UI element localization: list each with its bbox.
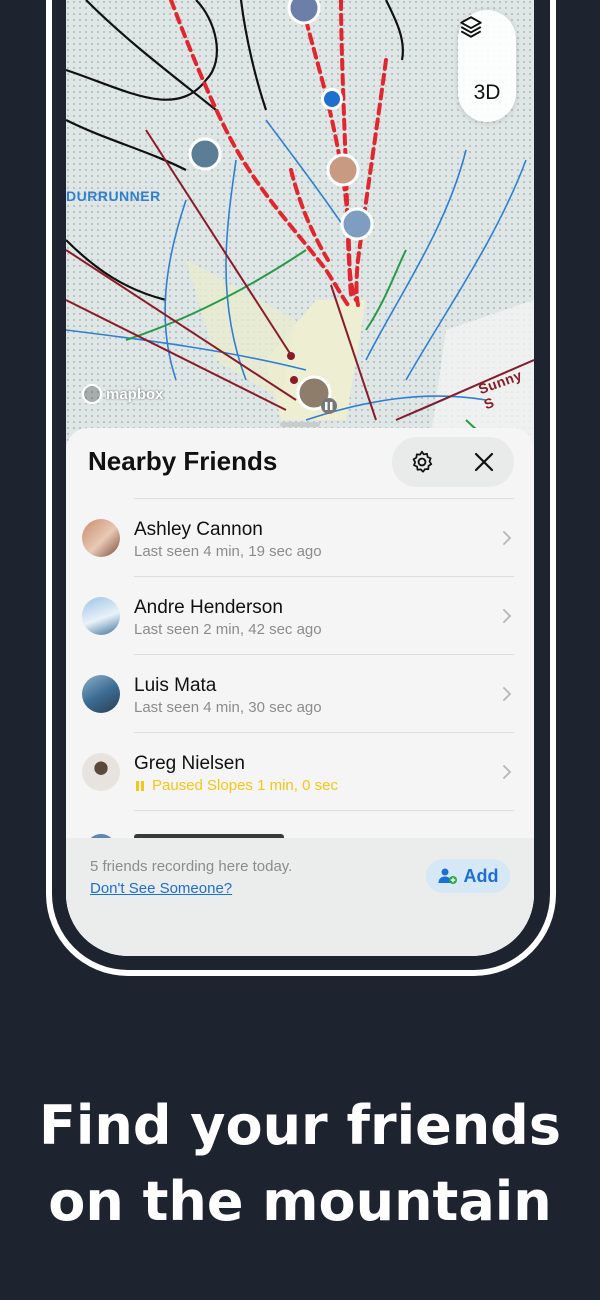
friend-name: Luis Mata — [134, 675, 217, 696]
trail-map[interactable]: DURRUNNER Sunny S 3D mapbox — [66, 0, 534, 470]
avatar — [82, 753, 120, 791]
friend-name: Ashley Cannon — [134, 519, 263, 540]
chevron-right-icon — [503, 609, 512, 623]
map-controls: 3D — [458, 10, 516, 122]
mapbox-label: mapbox — [106, 385, 164, 403]
avatar — [82, 519, 120, 557]
add-friend-button[interactable]: Add — [426, 859, 510, 893]
pause-icon — [136, 781, 144, 791]
friend-status: Paused Slopes 1 min, 0 sec — [152, 777, 338, 794]
dont-see-someone-link[interactable]: Don't See Someone? — [90, 880, 232, 897]
avatar — [82, 675, 120, 713]
layers-button[interactable] — [458, 14, 516, 64]
friend-row-ashley-cannon[interactable]: Ashley Cannon Last seen 4 min, 19 sec ag… — [66, 499, 534, 577]
friend-row-andre-henderson[interactable]: Andre Henderson Last seen 2 min, 42 sec … — [66, 577, 534, 655]
avatar — [82, 597, 120, 635]
headline-line-2: on the mountain — [48, 1170, 552, 1233]
close-button[interactable] — [454, 437, 514, 487]
mapbox-attribution[interactable]: mapbox — [82, 384, 164, 404]
gear-icon — [412, 450, 433, 473]
friend-status: Last seen 4 min, 30 sec ago — [134, 699, 322, 716]
chevron-right-icon — [503, 531, 512, 545]
divider — [134, 810, 514, 811]
chevron-right-icon — [503, 687, 512, 701]
phone-screen: DURRUNNER Sunny S 3D mapbox Nearby Frien… — [66, 0, 534, 956]
mapbox-logo-icon — [82, 384, 102, 404]
friend-status: Last seen 2 min, 42 sec ago — [134, 621, 322, 638]
settings-button[interactable] — [392, 437, 452, 487]
close-icon — [474, 452, 494, 472]
friend-row-greg-nielsen[interactable]: Greg Nielsen Paused Slopes 1 min, 0 sec — [66, 733, 534, 811]
friend-name: Greg Nielsen — [134, 753, 245, 774]
headline-line-1: Find your friends — [39, 1094, 561, 1157]
friend-status: Last seen 4 min, 19 sec ago — [134, 543, 322, 560]
3d-toggle-button[interactable]: 3D — [458, 68, 516, 118]
add-person-icon — [438, 868, 457, 884]
add-button-label: Add — [463, 865, 499, 886]
nearby-friends-sheet: Nearby Friends Ashley Cannon Last seen 4… — [66, 422, 534, 956]
sheet-header-actions — [392, 437, 514, 487]
sheet-drag-handle[interactable] — [280, 422, 320, 427]
sheet-title: Nearby Friends — [88, 446, 278, 476]
friend-name: Andre Henderson — [134, 597, 283, 618]
sheet-footer: 5 friends recording here today. Don't Se… — [66, 838, 534, 956]
friends-recording-summary: 5 friends recording here today. — [90, 858, 293, 875]
layers-icon — [460, 16, 482, 38]
chevron-right-icon — [503, 765, 512, 779]
friend-row-luis-mata[interactable]: Luis Mata Last seen 4 min, 30 sec ago — [66, 655, 534, 733]
trail-area-label: DURRUNNER — [66, 188, 161, 204]
